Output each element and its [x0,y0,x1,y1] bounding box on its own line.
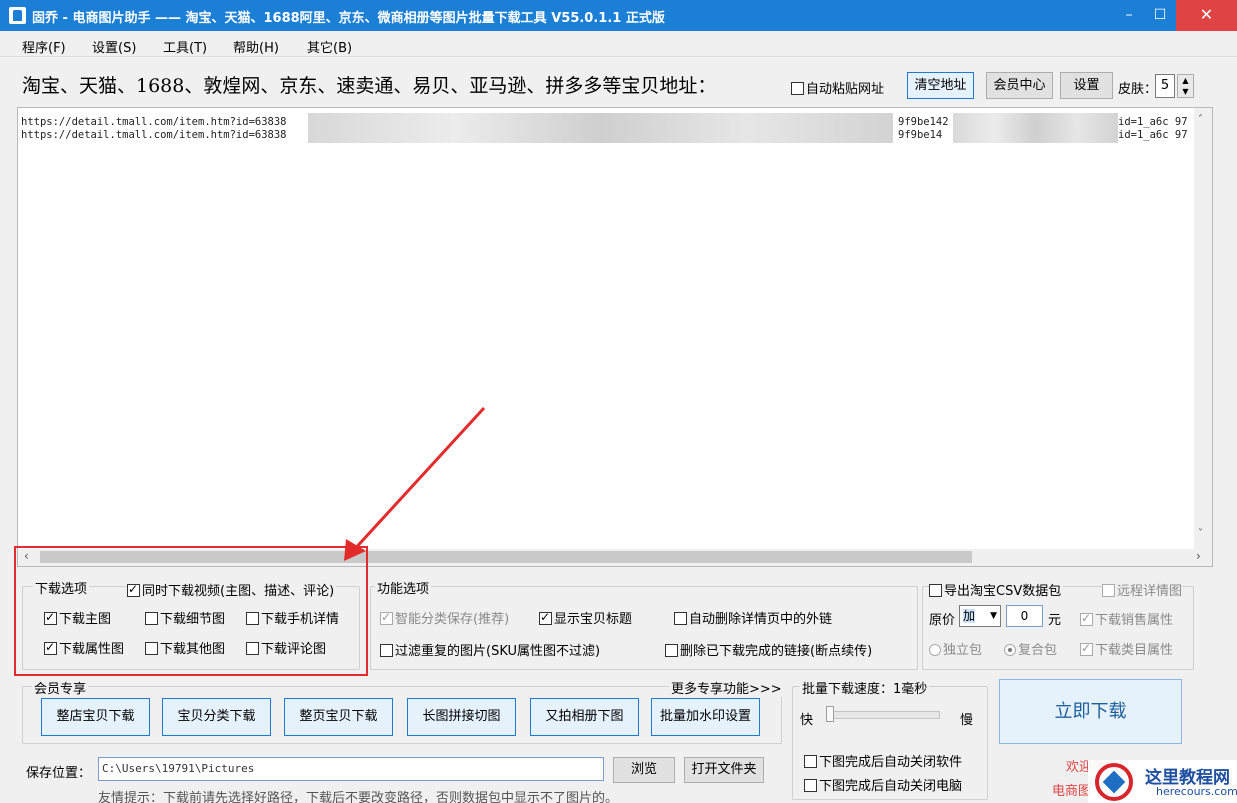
url-line-fragment: id=1_a6c 97 [1118,129,1188,141]
export-csv-checkbox[interactable]: 导出淘宝CSV数据包 [929,580,1064,599]
composite-package-radio[interactable]: 复合包 [1004,639,1057,658]
url-line-fragment: id=1_a6c 97 [1118,116,1188,128]
url-textarea[interactable]: https://detail.tmall.com/item.htm?id=638… [17,107,1213,567]
price-unit: 元 [1048,613,1062,628]
scroll-right-icon[interactable]: › [1196,549,1201,563]
skin-input[interactable]: 5 [1155,74,1175,98]
price-operator-select[interactable]: 加 ▼ [959,605,1001,627]
delete-completed-checkbox[interactable]: 删除已下载完成的链接(断点续传) [665,640,872,659]
member-title: 会员专享 [32,678,89,697]
window-title: 固乔 - 电商图片助手 —— 淘宝、天猫、1688阿里、京东、微商相册等图片批量… [32,11,665,26]
more-features-link[interactable]: 更多专享功能>>> [669,678,784,697]
scroll-up-icon[interactable]: ˄ [1198,114,1203,125]
price-label: 原价 [929,613,956,628]
menu-program[interactable]: 程序(F) [22,37,66,56]
batch-watermark-button[interactable]: 批量加水印设置 [651,698,760,736]
url-line: https://detail.tmall.com/item.htm?id=638… [21,129,287,141]
save-path-input[interactable]: C:\Users\19791\Pictures [98,757,604,781]
save-location-label: 保存位置： [26,766,92,781]
speed-slow-label: 慢 [960,713,974,728]
menu-settings[interactable]: 设置(S) [92,37,136,56]
close-button[interactable]: ✕ [1176,0,1237,31]
member-center-button[interactable]: 会员中心 [986,72,1053,99]
standalone-package-radio[interactable]: 独立包 [929,639,982,658]
speed-slider-thumb[interactable] [826,706,834,722]
long-image-button[interactable]: 长图拼接切图 [407,698,516,736]
maximize-button[interactable]: ☐ [1145,0,1175,31]
vertical-scrollbar[interactable]: ˄ ˅ [1194,108,1212,549]
settings-button[interactable]: 设置 [1060,72,1113,99]
category-attribute-checkbox[interactable]: 下载类目属性 [1080,639,1173,658]
annotation-box [14,546,368,676]
url-source-label: 淘宝、天猫、1688、敦煌网、京东、速卖通、易贝、亚马逊、拼多多等宝贝地址： [22,75,717,97]
clear-urls-button[interactable]: 清空地址 [907,72,974,99]
menu-other[interactable]: 其它(B) [307,37,352,56]
url-line: https://detail.tmall.com/item.htm?id=638… [21,116,287,128]
title-bar: 固乔 - 电商图片助手 —— 淘宝、天猫、1688阿里、京东、微商相册等图片批量… [0,0,1237,31]
watermark-url: herecours.com [1156,785,1237,798]
remote-detail-checkbox[interactable]: 远程详情图 [1102,580,1183,599]
function-options-title: 功能选项 [375,578,432,597]
auto-paste-checkbox[interactable]: 自动粘贴网址 [791,78,884,97]
shop-download-button[interactable]: 整店宝贝下载 [41,698,150,736]
menu-help[interactable]: 帮助(H) [233,37,279,56]
watermark-logo-icon [1095,763,1133,801]
skin-label: 皮肤： [1118,82,1158,97]
youpai-album-button[interactable]: 又拍相册下图 [530,698,639,736]
price-value-input[interactable]: 0 [1006,605,1043,627]
redacted-area [953,113,1118,143]
url-line-fragment: 9f9be14 [898,129,943,141]
auto-close-app-checkbox[interactable]: 下图完成后自动关闭软件 [804,751,962,770]
chevron-down-icon: ▼ [990,611,997,621]
menu-bar: 程序(F) 设置(S) 工具(T) 帮助(H) 其它(B) [0,31,1237,57]
speed-slider[interactable] [828,711,940,719]
open-folder-button[interactable]: 打开文件夹 [684,757,764,783]
speed-title: 批量下载速度：1毫秒 [800,678,930,697]
app-icon [9,7,26,24]
scroll-down-icon[interactable]: ˅ [1198,528,1203,539]
smart-save-checkbox[interactable]: 智能分类保存(推荐) [380,608,509,627]
download-now-button[interactable]: 立即下载 [999,679,1182,744]
tip-text: 友情提示：下载前请先选择好路径，下载后不要改变路径，否则数据包中显示不了图片的。 [98,791,619,803]
auto-delete-links-checkbox[interactable]: 自动删除详情页中的外链 [674,608,832,627]
redacted-area [308,113,893,143]
filter-duplicate-checkbox[interactable]: 过滤重复的图片(SKU属性图不过滤) [380,640,600,659]
minimize-button[interactable]: – [1114,0,1144,31]
auto-shutdown-checkbox[interactable]: 下图完成后自动关闭电脑 [804,775,962,794]
show-title-checkbox[interactable]: 显示宝贝标题 [539,608,632,627]
browse-button[interactable]: 浏览 [613,757,675,783]
skin-spinner[interactable]: ▲ ▼ [1177,74,1194,98]
checkbox-box[interactable] [791,82,804,95]
menu-tools[interactable]: 工具(T) [163,37,207,56]
page-download-button[interactable]: 整页宝贝下载 [284,698,393,736]
speed-fast-label: 快 [800,713,814,728]
sales-attribute-checkbox[interactable]: 下载销售属性 [1080,609,1173,628]
category-download-button[interactable]: 宝贝分类下载 [162,698,271,736]
url-line-fragment: 9f9be142 [898,116,949,128]
